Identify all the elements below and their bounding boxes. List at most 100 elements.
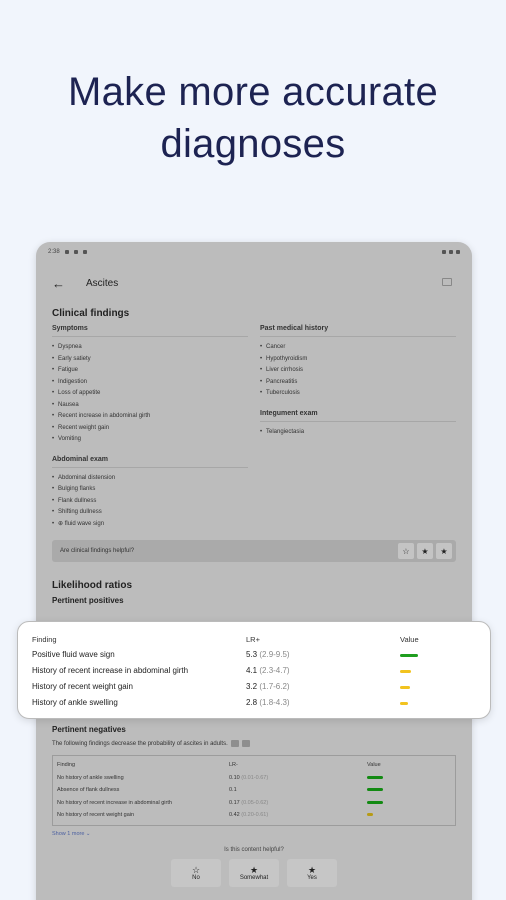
table-row: History of recent increase in abdominal …	[32, 662, 476, 678]
value-bar	[367, 788, 383, 792]
lr-confidence-interval: (0.01-0.67)	[241, 774, 269, 781]
negatives-table: Finding LR- Value No history of ankle sw…	[52, 755, 456, 826]
feedback-label: Yes	[307, 874, 317, 881]
wifi-icon	[442, 250, 446, 254]
column-lr: LR+	[246, 634, 260, 644]
rate-yes-button[interactable]: ★	[436, 543, 452, 559]
star-outline-icon: ☆	[402, 546, 410, 556]
page-title: Ascites	[86, 277, 119, 289]
lr-cell: 0.17 (0.05-0.62)	[229, 800, 367, 806]
notification-icon	[64, 250, 69, 254]
lr-confidence-interval: (2.3-4.7)	[259, 665, 290, 675]
feedback-yes-button[interactable]: ★ Yes	[287, 858, 337, 887]
content-helpful-question: Is this content helpful?	[224, 846, 284, 853]
show-more-link[interactable]: Show 1 more ⌄	[52, 831, 456, 837]
positives-table-card: Finding LR+ Value Positive fluid wave si…	[17, 621, 491, 719]
value-bar	[367, 775, 383, 779]
value-cell	[367, 775, 451, 781]
list-item: ⊕ fluid wave sign	[52, 519, 248, 531]
star-icon: ★	[307, 864, 317, 875]
table-row: Positive fluid wave sign 5.3 (2.9-9.5)	[32, 646, 476, 662]
citation-tag-icon[interactable]	[241, 740, 250, 747]
lr-confidence-interval: (0.20-0.61)	[241, 812, 269, 819]
positives-table-header: Finding LR+ Value	[32, 632, 476, 646]
lr-confidence-interval: (1.8-4.3)	[259, 697, 290, 707]
column-finding: Finding	[32, 634, 57, 644]
symptoms-heading: Symptoms	[52, 325, 248, 337]
lr-value: 5.3	[246, 649, 258, 659]
column-lr: LR-	[229, 762, 238, 769]
lr-value: 0.42	[229, 812, 240, 819]
lr-value: 2.8	[246, 697, 258, 707]
list-item: Nausea	[52, 400, 248, 412]
star-icon: ☆	[191, 864, 201, 875]
list-item: Fatigue	[52, 365, 248, 377]
table-row: Absence of flank dullness 0.1	[57, 784, 451, 797]
clinical-helpful-question: Are clinical findings helpful?	[60, 548, 135, 554]
lr-confidence-interval: (0.05-0.62)	[241, 799, 269, 806]
finding-cell: History of ankle swelling	[32, 697, 118, 707]
value-bar	[400, 685, 410, 689]
lr-value: 0.10	[229, 774, 240, 781]
pertinent-negatives-heading: Pertinent negatives	[52, 725, 126, 734]
lr-value: 0.17	[229, 799, 240, 806]
feedback-buttons: ☆ No ★ Somewhat ★ Yes	[52, 858, 456, 887]
value-cell	[367, 800, 451, 806]
lr-value: 3.2	[246, 681, 258, 691]
list-item: Abdominal distension	[52, 473, 248, 485]
status-bar: 2:38	[36, 242, 472, 262]
feedback-somewhat-button[interactable]: ★ Somewhat	[229, 858, 279, 887]
book-icon[interactable]	[442, 278, 452, 286]
finding-cell: Absence of flank dullness	[57, 787, 120, 794]
past-medical-history-list: CancerHypothyroidismLiver cirrhosisPancr…	[260, 342, 456, 400]
table-row: History of ankle swelling 2.8 (1.8-4.3)	[32, 694, 476, 710]
finding-cell: No history of recent increase in abdomin…	[57, 799, 172, 806]
lr-cell: 0.1	[229, 787, 367, 793]
list-item: Pancreatitis	[260, 377, 456, 389]
integument-exam-list: Telangiectasia	[260, 427, 456, 439]
headline: Make more accurate diagnoses	[68, 70, 438, 166]
value-cell	[400, 698, 476, 707]
rate-no-button[interactable]: ☆	[398, 543, 414, 559]
table-row: History of recent weight gain 3.2 (1.7-6.…	[32, 678, 476, 694]
right-column: Past medical history CancerHypothyroidis…	[260, 325, 456, 530]
list-item: Vomiting	[52, 434, 248, 446]
negatives-table-header: Finding LR- Value	[57, 759, 451, 772]
lr-confidence-interval: (2.9-9.5)	[259, 649, 290, 659]
left-column: Symptoms DyspneaEarly satietyFatigueIndi…	[52, 325, 248, 530]
list-item: Cancer	[260, 342, 456, 354]
clinical-helpful-bar: Are clinical findings helpful? ☆ ★ ★	[52, 540, 456, 562]
column-value: Value	[367, 762, 381, 769]
lr-confidence-interval: (1.7-6.2)	[259, 681, 290, 691]
star-filled-icon: ★	[440, 546, 448, 556]
column-value: Value	[400, 634, 419, 644]
lr-cell: 3.2 (1.7-6.2)	[246, 682, 400, 691]
table-row: No history of ankle swelling 0.10 (0.01-0…	[57, 772, 451, 785]
app-bar: ← Ascites	[36, 262, 472, 304]
lr-cell: 0.10 (0.01-0.67)	[229, 775, 367, 781]
feedback-label: No	[192, 874, 200, 881]
back-arrow-icon[interactable]: ←	[52, 276, 74, 291]
symptoms-list: DyspneaEarly satietyFatigueIndigestionLo…	[52, 342, 248, 446]
list-item: Indigestion	[52, 377, 248, 389]
citation-tag-icon[interactable]	[230, 740, 239, 747]
list-item: Early satiety	[52, 354, 248, 366]
list-item: Tuberculosis	[260, 388, 456, 400]
feedback-no-button[interactable]: ☆ No	[171, 858, 221, 887]
message-icon	[73, 250, 78, 254]
list-item: Recent weight gain	[52, 423, 248, 435]
list-item: Recent increase in abdominal girth	[52, 411, 248, 423]
pertinent-negatives-section: Pertinent negatives The following findin…	[36, 725, 472, 887]
battery-icon	[456, 250, 460, 254]
value-cell	[400, 650, 476, 659]
integument-exam-heading: Integument exam	[260, 410, 456, 422]
rate-somewhat-button[interactable]: ★	[417, 543, 433, 559]
star-half-icon: ★	[421, 546, 429, 556]
table-row: No history of recent weight gain 0.42 (0.…	[57, 809, 451, 822]
clinical-findings-heading: Clinical findings	[52, 308, 130, 319]
list-item: Bulging flanks	[52, 484, 248, 496]
main-content: Clinical findings Symptoms DyspneaEarly …	[36, 308, 472, 605]
negatives-description-text: The following findings decrease the prob…	[52, 740, 228, 747]
finding-cell: No history of ankle swelling	[57, 774, 124, 781]
lr-cell: 4.1 (2.3-4.7)	[246, 666, 400, 675]
